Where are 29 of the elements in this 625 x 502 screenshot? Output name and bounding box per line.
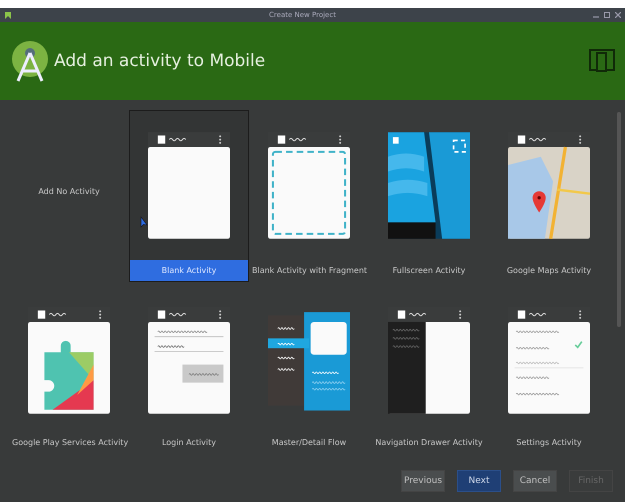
template-label: Settings Activity bbox=[515, 437, 583, 449]
activity-template-tile[interactable]: Google Maps Activity bbox=[489, 110, 609, 282]
activity-template-tile[interactable]: Master/Detail Flow bbox=[249, 288, 369, 454]
activity-template-tile[interactable]: Navigation Drawer Activity bbox=[369, 288, 489, 454]
maximize-icon[interactable] bbox=[604, 12, 610, 18]
activity-template-tile[interactable]: Blank Activity with Fragment bbox=[249, 110, 369, 282]
header-title: Add an activity to Mobile bbox=[54, 51, 266, 71]
activity-template-tile[interactable]: Login Activity bbox=[129, 288, 249, 454]
close-icon[interactable] bbox=[615, 12, 621, 18]
previous-button[interactable]: Previous bbox=[401, 470, 445, 492]
template-label: Google Maps Activity bbox=[506, 265, 592, 277]
cancel-button[interactable]: Cancel bbox=[513, 470, 557, 492]
template-label: Add No Activity bbox=[37, 186, 101, 198]
template-label: Blank Activity with Fragment bbox=[251, 265, 368, 277]
activity-template-tile[interactable]: Settings Activity bbox=[489, 288, 609, 454]
android-logo-icon bbox=[10, 39, 50, 83]
activity-template-tile[interactable]: Google Play Services Activity bbox=[9, 288, 129, 454]
app-icon bbox=[4, 10, 12, 20]
template-label: Master/Detail Flow bbox=[270, 437, 348, 449]
template-label: Google Play Services Activity bbox=[11, 437, 128, 449]
template-label: Login Activity bbox=[160, 437, 218, 449]
template-label: Blank Activity bbox=[130, 260, 248, 281]
next-button[interactable]: Next bbox=[457, 470, 501, 492]
template-label: Navigation Drawer Activity bbox=[374, 437, 484, 449]
activity-template-tile[interactable]: Fullscreen Activity bbox=[369, 110, 489, 282]
activity-template-tile[interactable]: Blank Activity bbox=[129, 110, 249, 282]
phone-tablet-icon bbox=[589, 49, 615, 73]
activity-template-tile[interactable]: Add No Activity bbox=[9, 110, 129, 282]
template-label: Fullscreen Activity bbox=[392, 265, 466, 277]
